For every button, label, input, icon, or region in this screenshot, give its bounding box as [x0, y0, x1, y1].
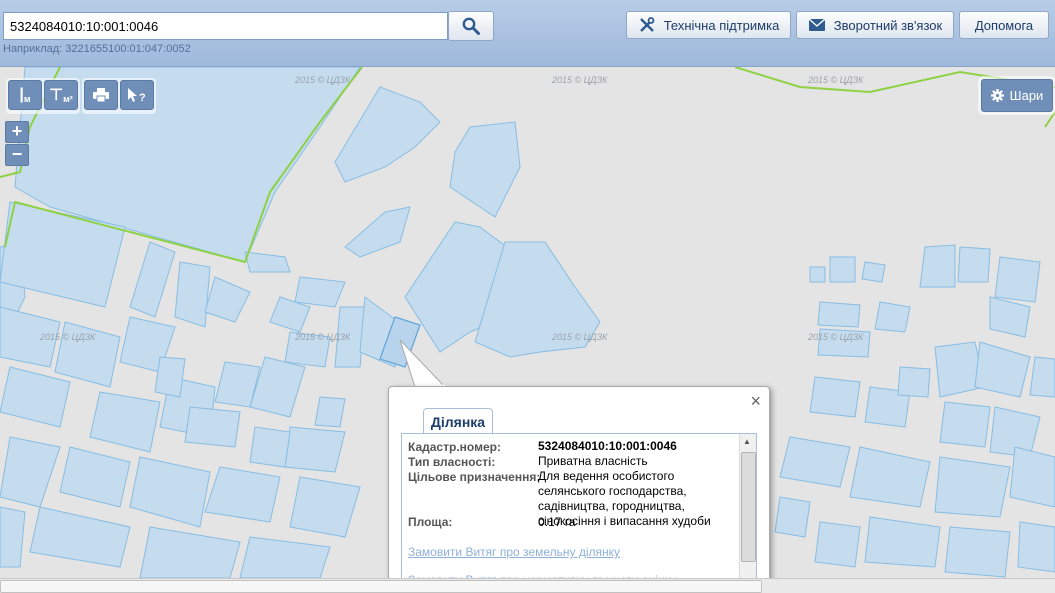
close-icon[interactable]: × — [750, 391, 761, 412]
gear-icon — [990, 89, 1004, 102]
zoom-out-button[interactable]: − — [5, 144, 29, 166]
measure-area-button[interactable]: ⊤ м² — [44, 80, 78, 110]
watermark: 2015 © ЦДЗК — [40, 332, 96, 342]
scroll-up-icon[interactable]: ▲ — [743, 437, 751, 446]
order-extract-link[interactable]: Замовити Витяг про земельну ділянку — [408, 545, 620, 559]
watermark: 2015 © ЦДЗК — [808, 75, 864, 85]
parcel-info-panel: Кадастр.номер: 5324084010:10:001:0046 Ти… — [401, 433, 757, 581]
watermark: 2015 © ЦДЗК — [808, 332, 864, 342]
printer-icon — [93, 88, 109, 102]
ownership-label: Тип власності: — [408, 455, 496, 469]
identify-button[interactable]: ? — [120, 80, 154, 110]
scroll-thumb[interactable] — [741, 452, 756, 562]
layers-button[interactable]: Шари — [981, 79, 1053, 112]
measure-length-button[interactable]: | м — [8, 80, 42, 110]
measure-tools: | м ⊤ м² — [6, 78, 80, 114]
cadastral-label: Кадастр.номер: — [408, 440, 501, 454]
watermark: 2015 © ЦДЗК — [295, 75, 351, 85]
zoom-in-button[interactable]: + — [5, 121, 29, 143]
popup-scrollbar[interactable]: ▲ — [739, 434, 756, 580]
area-label: Площа: — [408, 515, 453, 529]
watermark: 2015 © ЦДЗК — [295, 332, 351, 342]
ownership-value: Приватна власність — [538, 454, 648, 468]
help-label: Допомога — [974, 17, 1034, 33]
area-ruler-icon: ⊤ — [49, 87, 64, 104]
pointer-question-icon: ? — [128, 88, 146, 103]
print-button[interactable] — [84, 80, 118, 110]
purpose-label: Цільове призначення: — [408, 470, 541, 484]
watermark: 2015 © ЦДЗК — [552, 332, 608, 342]
feedback-label: Зворотний зв'язок — [833, 17, 943, 33]
watermark: 2015 © ЦДЗК — [552, 75, 608, 85]
search-button[interactable] — [448, 11, 494, 41]
horizontal-scrollbar[interactable] — [0, 578, 1055, 593]
feedback-button[interactable]: Зворотний зв'язок — [796, 11, 954, 39]
help-button[interactable]: Допомога — [959, 11, 1049, 39]
search-hint: Наприклад: 3221655100:01:047:0052 — [3, 43, 191, 55]
search-input[interactable] — [3, 12, 448, 40]
support-label: Технічна підтримка — [663, 17, 780, 33]
popup-pointer — [399, 339, 447, 388]
envelope-icon — [808, 18, 826, 31]
support-button[interactable]: Технічна підтримка — [626, 11, 791, 39]
extra-tools: ? — [82, 78, 156, 114]
hscroll-thumb[interactable] — [0, 580, 762, 593]
tab-parcel[interactable]: Ділянка — [423, 408, 493, 435]
search-icon — [462, 17, 480, 35]
area-value: 0.17 га — [538, 515, 576, 529]
layers-label: Шари — [1009, 88, 1044, 103]
tools-icon — [639, 17, 655, 32]
svg-text:?: ? — [139, 92, 146, 103]
top-bar: Наприклад: 3221655100:01:047:0052 Техніч… — [0, 0, 1055, 67]
cadastral-value: 5324084010:10:001:0046 — [538, 439, 677, 453]
parcel-popup: × Ділянка Кадастр.номер: 5324084010:10:0… — [388, 386, 770, 588]
